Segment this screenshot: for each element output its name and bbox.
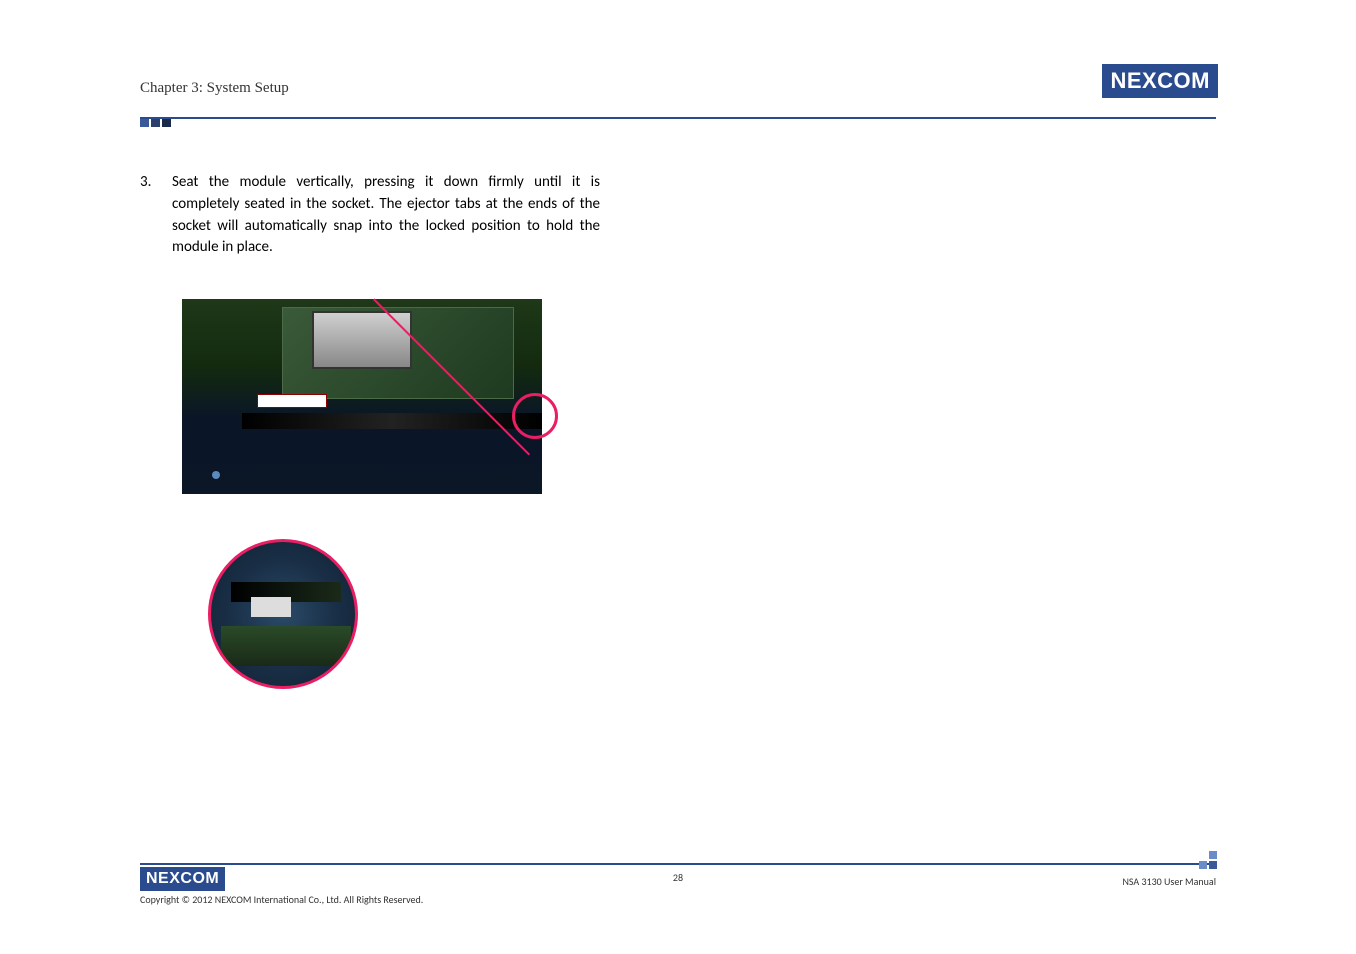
header-separator bbox=[140, 113, 1216, 132]
step-text: Seat the module vertically, pressing it … bbox=[172, 172, 600, 259]
step-number: 3. bbox=[140, 172, 154, 259]
footer-content: NEXCOM Copyright © 2012 NEXCOM Internati… bbox=[140, 867, 1216, 906]
logo-top-container: NEXCOM bbox=[1102, 64, 1218, 98]
header-row: Chapter 3: System Setup bbox=[140, 80, 1216, 97]
separator-squares-icon bbox=[140, 118, 173, 127]
highlight-circle-top bbox=[512, 393, 558, 439]
content-area: 3. Seat the module vertically, pressing … bbox=[140, 172, 600, 494]
copyright-text: Copyright © 2012 NEXCOM International Co… bbox=[140, 893, 423, 906]
separator-line-blue bbox=[140, 117, 1216, 119]
step-item: 3. Seat the module vertically, pressing … bbox=[140, 172, 600, 259]
footer-left: NEXCOM Copyright © 2012 NEXCOM Internati… bbox=[140, 867, 423, 906]
ram-label bbox=[257, 394, 327, 408]
footer-logo-container: NEXCOM bbox=[140, 867, 423, 891]
page-number: 28 bbox=[673, 871, 683, 884]
chapter-title: Chapter 3: System Setup bbox=[140, 80, 289, 97]
detail-circle-zoom bbox=[208, 539, 358, 689]
footer-separator-line bbox=[140, 863, 1216, 865]
nexcom-logo-icon: NEXCOM bbox=[1102, 64, 1218, 98]
footer: NEXCOM Copyright © 2012 NEXCOM Internati… bbox=[140, 863, 1216, 906]
nexcom-footer-logo-icon: NEXCOM bbox=[140, 867, 225, 891]
footer-squares-icon bbox=[1199, 851, 1217, 874]
blue-dot-graphic bbox=[212, 471, 220, 479]
cpu-socket-graphic bbox=[312, 311, 412, 369]
clip-label bbox=[251, 597, 291, 617]
page-container: Chapter 3: System Setup NEXCOM 3. Seat t… bbox=[0, 0, 1356, 954]
motherboard-photo bbox=[182, 299, 542, 494]
image-block bbox=[182, 299, 542, 494]
manual-name: NSA 3130 User Manual bbox=[1122, 875, 1216, 888]
